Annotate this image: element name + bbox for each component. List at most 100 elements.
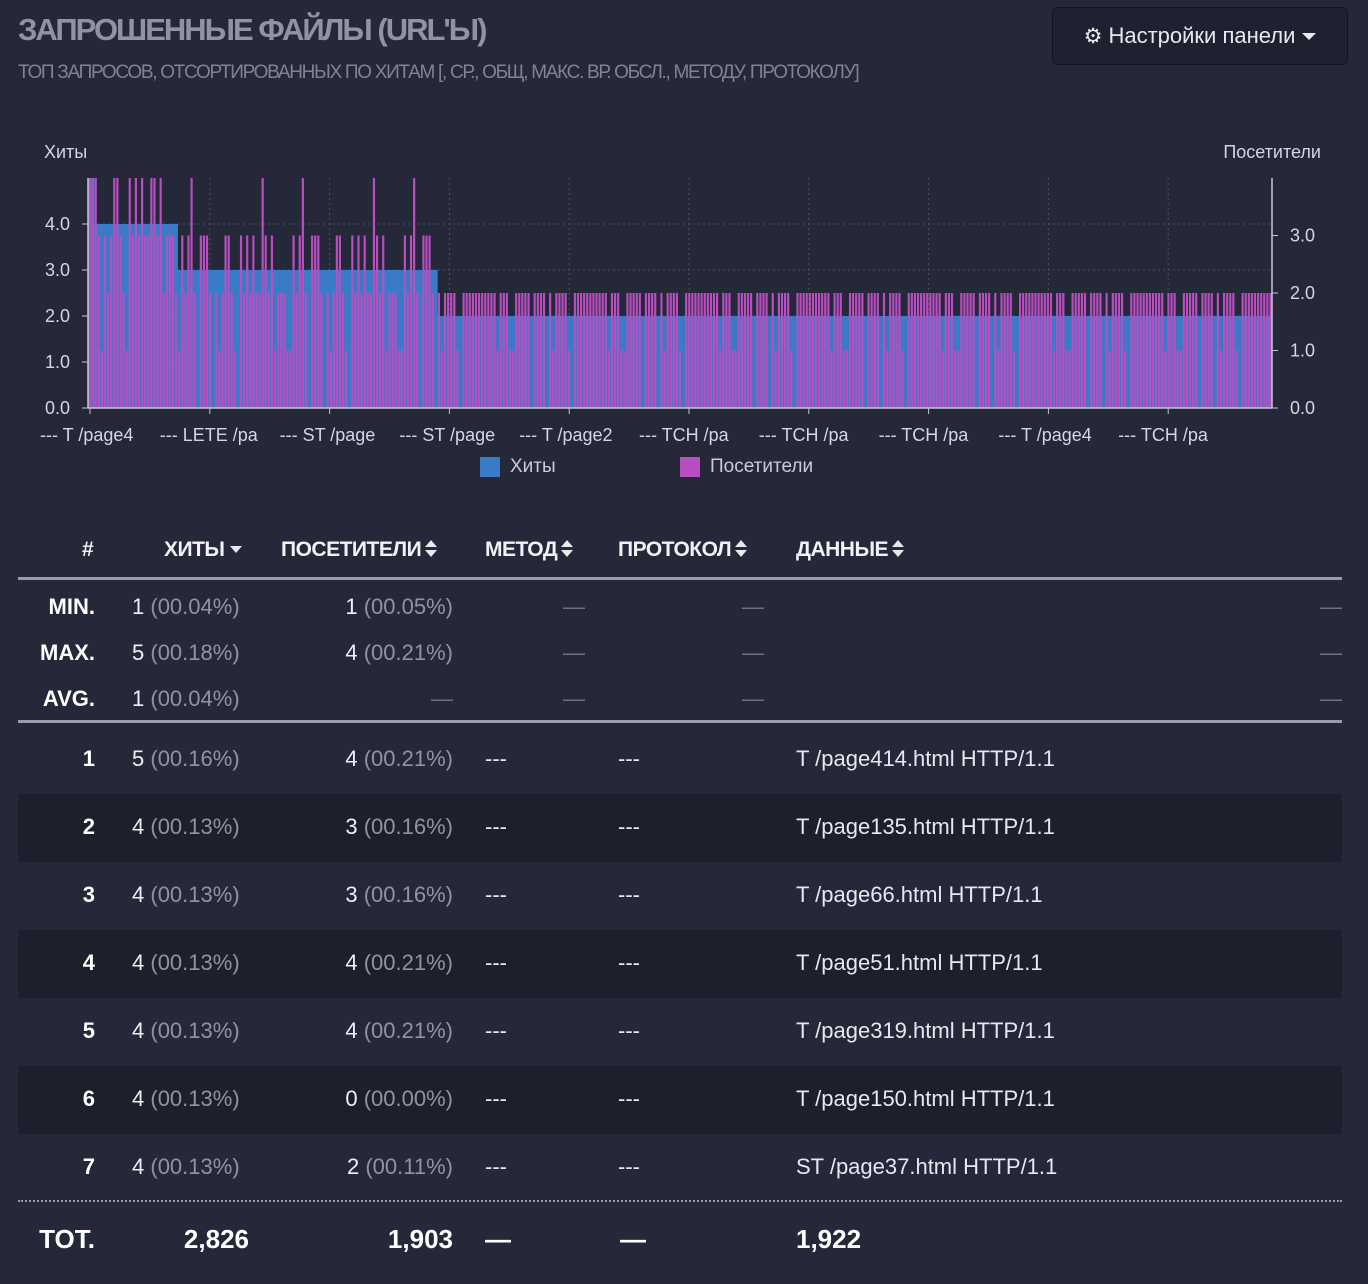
- visitors-bar: [249, 293, 252, 408]
- visitors-bar: [119, 235, 122, 408]
- visitors-bar: [954, 350, 957, 408]
- visitors-bar: [1223, 293, 1226, 408]
- table-row[interactable]: 4 4 (00.13%) 4 (00.21%) --- --- T /page51.htm…: [18, 930, 1342, 998]
- panel-settings-button[interactable]: ⚙ Настройки панели: [1052, 7, 1348, 65]
- hits-bar: [1126, 316, 1131, 408]
- column-header-method[interactable]: МЕТОД: [485, 538, 574, 562]
- column-header-protocol[interactable]: ПРОТОКОЛ: [618, 538, 748, 562]
- visitors-bar: [1139, 293, 1142, 408]
- visitors-bar: [873, 293, 876, 408]
- legend-item-visitors[interactable]: Посетители: [680, 456, 813, 478]
- visitors-bar: [125, 350, 128, 408]
- hits-bar: [792, 316, 797, 408]
- visitors-bar: [957, 350, 960, 408]
- visitors-bar: [230, 293, 233, 408]
- stats-label: MAX.: [40, 640, 95, 665]
- stats-row: MAX. 5 (00.18%) 4 (00.21%) — — —: [18, 630, 1342, 676]
- stats-divider: [18, 720, 1342, 723]
- table-row[interactable]: 1 5 (00.16%) 4 (00.21%) --- --- T /page414.ht…: [18, 726, 1342, 794]
- visitors-bar: [703, 293, 706, 408]
- visitors-bar: [818, 293, 821, 408]
- visitors-bar: [1018, 293, 1022, 408]
- visitors-bar: [706, 293, 709, 408]
- visitors-bar: [700, 293, 703, 408]
- visitors-bar: [168, 235, 172, 408]
- visitors-bar: [833, 293, 836, 408]
- chart-tick-label-x: --- TCH /pa: [1118, 425, 1209, 445]
- visitors-bar: [440, 350, 444, 408]
- visitors-bar: [638, 293, 641, 408]
- table-row[interactable]: 7 4 (00.13%) 2 (00.11%) --- --- ST /page37.ht…: [18, 1134, 1342, 1202]
- visitors-bar: [1012, 350, 1015, 408]
- visitors-bar: [675, 293, 678, 408]
- visitors-bar: [311, 235, 314, 408]
- visitors-bar: [261, 178, 264, 408]
- visitors-bar: [811, 293, 815, 408]
- visitors-bar: [1210, 293, 1213, 408]
- visitors-bar: [617, 293, 620, 408]
- chart-tick-label-left: 2.0: [45, 306, 70, 326]
- sort-icon: [561, 540, 574, 558]
- hits-bar: [347, 270, 352, 408]
- stats-data: —: [1320, 640, 1342, 665]
- visitors-bar: [502, 293, 505, 408]
- column-header-data[interactable]: ДАННЫЕ: [796, 538, 905, 562]
- visitors-bar: [320, 293, 323, 408]
- row-hits: 4 (00.13%): [132, 1018, 240, 1043]
- row-hits: 4 (00.13%): [132, 882, 240, 907]
- visitors-bar: [128, 178, 131, 408]
- visitors-bar: [1114, 293, 1117, 408]
- stats-hits: 1 (00.04%): [132, 594, 240, 619]
- visitors-bar: [1111, 293, 1114, 408]
- visitors-bar: [725, 293, 728, 408]
- column-header-visitors[interactable]: ПОСЕТИТЕЛИ: [281, 538, 438, 562]
- table-row[interactable]: 5 4 (00.13%) 4 (00.21%) --- --- T /page319.ht…: [18, 998, 1342, 1066]
- visitors-bar: [601, 293, 604, 408]
- visitors-bar: [1009, 293, 1012, 408]
- visitors-bar: [981, 293, 985, 408]
- visitors-bar: [994, 293, 997, 408]
- visitors-bar: [447, 293, 450, 408]
- table-row[interactable]: 2 4 (00.13%) 3 (00.16%) --- --- T /page135.ht…: [18, 794, 1342, 862]
- row-index: 5: [82, 1018, 95, 1043]
- total-method: —: [485, 1224, 511, 1254]
- visitors-bar: [252, 235, 255, 408]
- visitors-bar: [583, 293, 586, 408]
- visitors-bar: [1096, 293, 1099, 408]
- column-header-hits[interactable]: ХИТЫ: [164, 538, 242, 562]
- visitors-bar: [663, 350, 666, 408]
- stats-label: MIN.: [48, 594, 95, 619]
- visitors-bar: [626, 293, 629, 408]
- visitors-bar: [935, 293, 938, 408]
- visitors-bar: [777, 293, 781, 408]
- legend-label-visitors: Посетители: [710, 456, 814, 477]
- hits-bar: [768, 316, 772, 408]
- visitors-bar: [1182, 293, 1185, 408]
- visitors-bar: [422, 235, 425, 408]
- visitors-bar: [481, 293, 484, 408]
- visitors-bar: [100, 350, 103, 408]
- visitors-bar: [165, 235, 168, 408]
- visitors-bar: [409, 235, 413, 408]
- stats-visitors: 4 (00.21%): [345, 640, 453, 665]
- table-row[interactable]: 6 4 (00.13%) 0 (00.00%) --- --- T /page150.ht…: [18, 1066, 1342, 1134]
- hits-bar: [879, 316, 883, 408]
- visitors-bar: [335, 235, 338, 408]
- visitors-bar: [218, 350, 221, 408]
- visitors-bar: [508, 350, 512, 408]
- visitors-bar: [1257, 293, 1260, 408]
- visitors-bar: [292, 235, 295, 408]
- table-row[interactable]: 3 4 (00.13%) 3 (00.16%) --- --- T /page66.htm…: [18, 862, 1342, 930]
- visitors-bar: [1028, 293, 1031, 408]
- visitors-bar: [443, 293, 447, 408]
- stats-protocol: —: [742, 594, 764, 619]
- hits-bar: [990, 316, 995, 408]
- visitors-bar: [651, 293, 654, 408]
- row-index: 2: [82, 814, 95, 839]
- visitors-bar: [391, 293, 394, 408]
- chart-tick-label-x: --- ST /page: [280, 425, 376, 445]
- visitors-bar: [326, 293, 329, 408]
- row-protocol: ---: [618, 814, 640, 839]
- sort-desc-icon: [229, 546, 242, 553]
- legend-item-hits[interactable]: Хиты: [480, 456, 556, 478]
